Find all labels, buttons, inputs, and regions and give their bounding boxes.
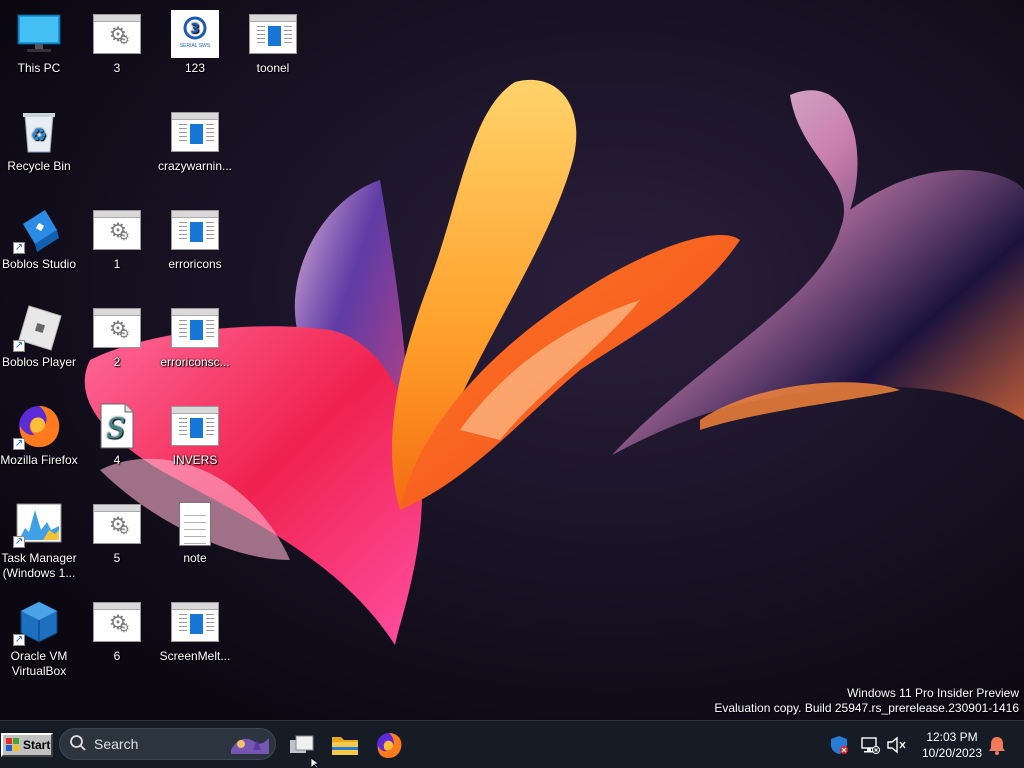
search-input[interactable]: Search bbox=[59, 728, 276, 760]
icon-label: 123 bbox=[184, 61, 206, 75]
start-button[interactable]: Start bbox=[1, 733, 53, 757]
recycle-bin-icon: ♻ bbox=[15, 108, 63, 156]
desktop-icon-file-3[interactable]: ⚙ ⚙ 3 bbox=[78, 4, 156, 76]
settings-file-icon: ⚙ ⚙ bbox=[93, 14, 141, 54]
boblos-player-icon: ↗ bbox=[13, 304, 63, 352]
icon-label: note bbox=[183, 551, 207, 565]
clock[interactable]: 12:03 PM 10/20/2023 bbox=[912, 729, 992, 761]
serial-logo-icon: 3 SERIAL SWS bbox=[171, 10, 219, 58]
icon-label: 6 bbox=[113, 649, 121, 663]
icon-label: erroriconsc... bbox=[160, 355, 230, 369]
network-icon[interactable] bbox=[859, 734, 881, 756]
svg-text:S: S bbox=[106, 412, 125, 445]
shortcut-arrow-icon: ↗ bbox=[13, 340, 25, 352]
settings-file-icon: ⚙ ⚙ bbox=[93, 308, 141, 348]
virtualbox-icon: ↗ bbox=[13, 598, 63, 646]
boblos-studio-icon: ↗ bbox=[13, 206, 63, 254]
desktop-icon-file-6[interactable]: ⚙ ⚙ 6 bbox=[78, 592, 156, 664]
icon-label: erroricons bbox=[168, 257, 222, 271]
firefox-icon bbox=[377, 733, 402, 758]
mouse-cursor-icon bbox=[311, 758, 321, 768]
desktop-icon-this-pc[interactable]: This PC bbox=[0, 4, 78, 76]
taskbar: Start Search 12:03 PM 10/20/2023 bbox=[0, 720, 1024, 768]
file-explorer-button[interactable] bbox=[327, 727, 363, 763]
script-file-icon: S bbox=[93, 402, 141, 450]
icon-label: Mozilla Firefox bbox=[0, 453, 78, 467]
icon-label: ScreenMelt... bbox=[159, 649, 231, 663]
icon-label: INVERS bbox=[172, 453, 218, 467]
desktop-icon-file-4[interactable]: S 4 bbox=[78, 396, 156, 468]
text-document-icon bbox=[179, 502, 211, 546]
settings-file-icon: ⚙ ⚙ bbox=[93, 602, 141, 642]
icon-label: Boblos Player bbox=[1, 355, 77, 369]
app-window-icon bbox=[249, 14, 297, 54]
desktop-icon-toonel[interactable]: toonel bbox=[234, 4, 312, 76]
icon-label: toonel bbox=[256, 61, 290, 75]
desktop-icon-erroricons[interactable]: erroricons bbox=[156, 200, 234, 272]
search-highlight-icon bbox=[231, 738, 269, 754]
app-window-icon bbox=[171, 112, 219, 152]
icon-label: 2 bbox=[113, 355, 121, 369]
icon-label: 3 bbox=[113, 61, 121, 75]
icon-label: 5 bbox=[113, 551, 121, 565]
icon-label: Recycle Bin bbox=[7, 159, 71, 173]
icon-label: 4 bbox=[113, 453, 121, 467]
desktop-icon-file-1[interactable]: ⚙ ⚙ 1 bbox=[78, 200, 156, 272]
volume-icon[interactable] bbox=[885, 734, 907, 756]
app-window-icon bbox=[171, 602, 219, 642]
shortcut-arrow-icon: ↗ bbox=[13, 634, 25, 646]
icon-label: Task Manager (Windows 1... bbox=[1, 551, 77, 580]
app-window-icon bbox=[171, 308, 219, 348]
desktop-icon-task-manager[interactable]: ↗ Task Manager (Windows 1... bbox=[0, 494, 78, 581]
file-explorer-icon bbox=[332, 737, 358, 755]
desktop-icon-note[interactable]: note bbox=[156, 494, 234, 566]
desktop-icon-recycle-bin[interactable]: ♻ Recycle Bin bbox=[0, 102, 78, 174]
desktop-icon-boblos-studio[interactable]: ↗ Boblos Studio bbox=[0, 200, 78, 272]
icon-label: 1 bbox=[113, 257, 121, 271]
firefox-icon: ↗ bbox=[13, 402, 63, 450]
desktop-icon-crazywarning[interactable]: crazywarnin... bbox=[156, 102, 234, 174]
clock-date: 10/20/2023 bbox=[921, 746, 983, 760]
icon-label: crazywarnin... bbox=[157, 159, 233, 173]
desktop-icon-file-5[interactable]: ⚙ ⚙ 5 bbox=[78, 494, 156, 566]
shortcut-arrow-icon: ↗ bbox=[13, 438, 25, 450]
desktop-icon-oracle-vm[interactable]: ↗ Oracle VM VirtualBox bbox=[0, 592, 78, 679]
app-window-icon bbox=[171, 406, 219, 446]
icon-label: Boblos Studio bbox=[1, 257, 77, 271]
app-window-icon bbox=[171, 210, 219, 250]
svg-text:♻: ♻ bbox=[31, 125, 47, 146]
desktop-icon-screenmelt[interactable]: ScreenMelt... bbox=[156, 592, 234, 664]
search-icon bbox=[70, 735, 86, 751]
watermark-edition: Windows 11 Pro Insider Preview bbox=[847, 686, 1019, 700]
desktop-icon-boblos-player[interactable]: ↗ Boblos Player bbox=[0, 298, 78, 370]
desktop-icon-mozilla-firefox[interactable]: ↗ Mozilla Firefox bbox=[0, 396, 78, 468]
firefox-taskbar-button[interactable] bbox=[371, 727, 407, 763]
svg-text:3: 3 bbox=[190, 22, 199, 37]
icon-label: This PC bbox=[17, 61, 61, 75]
clock-time: 12:03 PM bbox=[926, 730, 978, 744]
monitor-icon bbox=[15, 10, 63, 58]
watermark-build: Evaluation copy. Build 25947.rs_prerelea… bbox=[714, 701, 1019, 715]
search-placeholder: Search bbox=[94, 736, 139, 752]
icon-label: Oracle VM VirtualBox bbox=[10, 649, 68, 678]
windows-flag-icon bbox=[6, 738, 20, 752]
logo-text: SERIAL SWS bbox=[179, 43, 211, 49]
shortcut-arrow-icon: ↗ bbox=[13, 242, 25, 254]
settings-file-icon: ⚙ ⚙ bbox=[93, 504, 141, 544]
start-label: Start bbox=[23, 738, 51, 752]
desktop-icon-invers[interactable]: INVERS bbox=[156, 396, 234, 468]
security-shield-icon[interactable] bbox=[828, 734, 850, 756]
task-manager-icon: ↗ bbox=[13, 500, 63, 548]
desktop-icon-file-2[interactable]: ⚙ ⚙ 2 bbox=[78, 298, 156, 370]
desktop-icon-file-123[interactable]: 3 SERIAL SWS 123 bbox=[156, 4, 234, 76]
shortcut-arrow-icon: ↗ bbox=[13, 536, 25, 548]
settings-file-icon: ⚙ ⚙ bbox=[93, 210, 141, 250]
notification-bell-icon[interactable] bbox=[986, 734, 1008, 756]
desktop-icon-erroriconsc[interactable]: erroriconsc... bbox=[156, 298, 234, 370]
